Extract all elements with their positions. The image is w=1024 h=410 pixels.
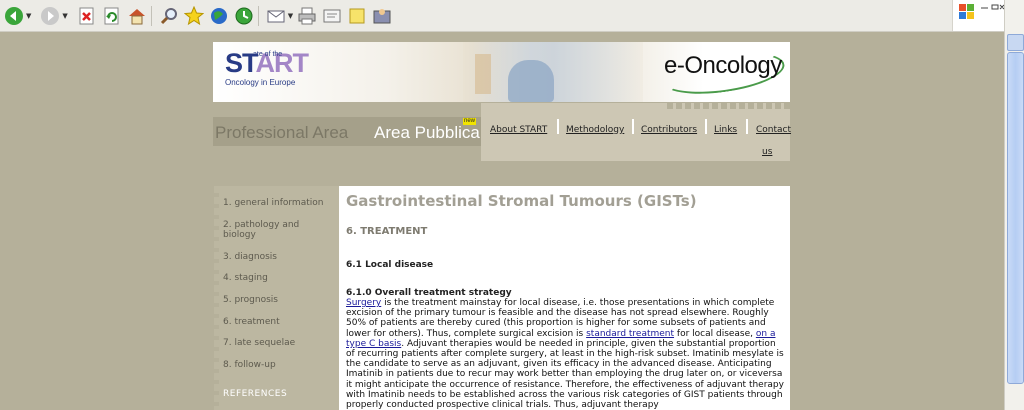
sidebar-item-prognosis[interactable]: 5. prognosis	[223, 295, 278, 306]
vertical-scrollbar[interactable]	[1004, 0, 1024, 410]
discuss-icon[interactable]	[346, 5, 368, 27]
site-banner: START ate of the Oncology in Europe e-On…	[213, 42, 790, 102]
mail-dropdown-icon[interactable]: ▼	[288, 12, 293, 20]
messenger-icon[interactable]	[371, 5, 393, 27]
scroll-thumb[interactable]	[1007, 52, 1024, 384]
history-icon[interactable]	[233, 5, 255, 27]
new-badge: new	[463, 118, 477, 125]
nav-about-start[interactable]: About START	[490, 125, 547, 135]
search-icon[interactable]	[158, 5, 180, 27]
sidebar-item-general-information[interactable]: 1. general information	[223, 198, 323, 209]
scroll-up-button[interactable]	[1007, 34, 1024, 51]
professional-area-link[interactable]: Professional Area	[215, 123, 348, 143]
nav-contact-line2[interactable]: us	[762, 147, 772, 157]
media-icon[interactable]	[208, 5, 230, 27]
link-standard-treatment[interactable]: standard treatment	[586, 329, 674, 339]
section-heading: 6. TREATMENT	[346, 226, 428, 237]
nav-links[interactable]: Links	[714, 125, 737, 135]
edit-icon[interactable]	[321, 5, 343, 27]
forward-dropdown-icon[interactable]: ▼	[62, 12, 67, 20]
logo-st: ST	[225, 48, 256, 78]
nav-decoration	[667, 103, 790, 109]
subsection-heading: 6.1 Local disease	[346, 260, 434, 270]
start-logo[interactable]: START ate of the Oncology in Europe	[225, 48, 309, 88]
back-dropdown-icon[interactable]: ▼	[26, 12, 31, 20]
nav-methodology[interactable]: Methodology	[566, 125, 624, 135]
area-bar: Professional Area Area Pubblica	[213, 117, 481, 146]
public-area-link[interactable]: Area Pubblica	[374, 123, 480, 143]
sidebar-item-pathology-line2[interactable]: biology	[223, 230, 256, 241]
nav-separator	[746, 119, 748, 134]
banner-photo-door	[475, 54, 491, 94]
windows-logo-panel	[952, 0, 1005, 31]
favorites-icon[interactable]	[183, 5, 205, 27]
toolbar-separator	[150, 5, 152, 26]
forward-icon[interactable]	[39, 5, 61, 27]
eoncology-logo[interactable]: e-Oncology	[664, 52, 782, 80]
logo-subtitle: Oncology in Europe	[225, 78, 296, 87]
body-paragraph: Surgery is the treatment mainstay for lo…	[346, 298, 786, 410]
page-title: Gastrointestinal Stromal Tumours (GISTs)	[346, 192, 697, 210]
main-content: Gastrointestinal Stromal Tumours (GISTs)…	[339, 186, 790, 410]
link-surgery[interactable]: Surgery	[346, 298, 381, 308]
sidebar-item-staging[interactable]: 4. staging	[223, 273, 268, 284]
sidebar-item-treatment[interactable]: 6. treatment	[223, 317, 280, 328]
nav-separator	[632, 119, 634, 134]
sidebar-item-follow-up[interactable]: 8. follow-up	[223, 360, 276, 371]
stop-icon[interactable]	[76, 5, 98, 27]
sidebar-item-references[interactable]: REFERENCES	[223, 389, 287, 400]
home-icon[interactable]	[126, 5, 148, 27]
refresh-icon[interactable]	[101, 5, 123, 27]
subsubsection-heading: 6.1.0 Overall treatment strategy	[346, 288, 512, 298]
print-icon[interactable]	[296, 5, 318, 27]
nav-separator	[557, 119, 559, 134]
body-text-3: . Adjuvant therapies would be needed in …	[346, 338, 784, 410]
back-icon[interactable]	[3, 5, 25, 27]
toolbar-separator	[257, 5, 259, 26]
body-text-2: for local disease,	[674, 328, 756, 339]
browser-toolbar: ▼ ▼ ▼	[0, 0, 1004, 32]
mail-icon[interactable]	[265, 5, 287, 27]
windows-flag-icon	[959, 4, 1005, 19]
logo-state-of-the: ate of the	[253, 51, 283, 58]
nav-contributors[interactable]: Contributors	[641, 125, 697, 135]
sidebar-item-late-sequelae[interactable]: 7. late sequelae	[223, 338, 295, 349]
sidebar-item-diagnosis[interactable]: 3. diagnosis	[223, 252, 277, 263]
banner-photo-person	[508, 60, 554, 102]
nav-contact[interactable]: Contact	[756, 125, 791, 135]
nav-separator	[705, 119, 707, 134]
